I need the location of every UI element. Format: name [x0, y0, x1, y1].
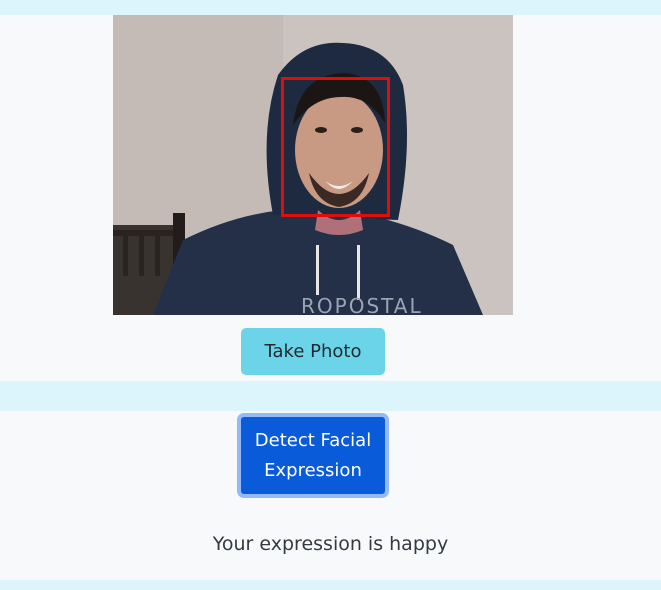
detect-panel: Detect Facial Expression Your expression… [0, 411, 661, 580]
camera-panel: ROPOSTAL Take Photo [0, 15, 661, 381]
webcam-snapshot: ROPOSTAL [113, 15, 513, 315]
take-photo-button[interactable]: Take Photo [241, 328, 385, 375]
face-detection-box [281, 77, 390, 217]
detect-facial-expression-button[interactable]: Detect Facial Expression [237, 413, 389, 498]
page: ROPOSTAL Take Photo Detect Facial Expres… [0, 0, 661, 590]
expression-result: Your expression is happy [212, 533, 449, 555]
svg-text:ROPOSTAL: ROPOSTAL [301, 294, 423, 315]
